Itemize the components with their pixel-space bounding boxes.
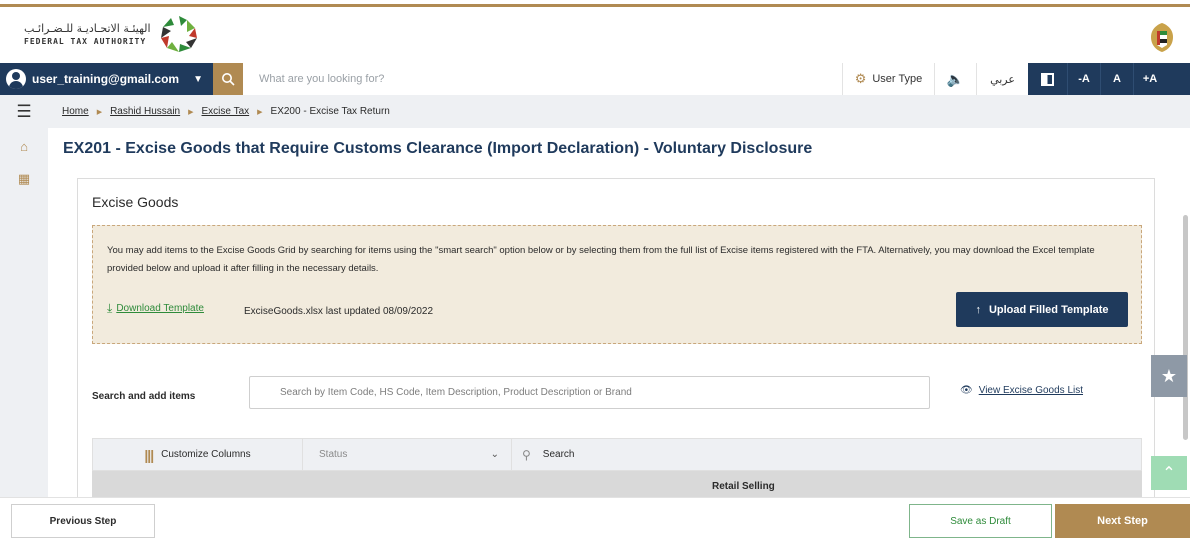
scrollbar[interactable] [1183, 215, 1188, 440]
view-excise-goods-link-group[interactable]: 👁 View Excise Goods List [960, 385, 1083, 396]
excise-goods-card: Excise Goods You may add items to the Ex… [77, 178, 1155, 508]
contrast-toggle-button[interactable] [1028, 63, 1067, 95]
breadcrumb-user[interactable]: Rashid Hussain [110, 106, 180, 117]
site-header: الهيئـة الاتحـاديـة للـضـرائـب FEDERAL T… [0, 7, 1190, 63]
hamburger-menu-icon[interactable]: ☰ [0, 95, 48, 128]
user-menu[interactable]: user_training@gmail.com ▼ [0, 63, 213, 95]
user-avatar-icon [6, 69, 26, 89]
info-panel: You may add items to the Excise Goods Gr… [92, 225, 1142, 344]
footer-actions: Previous Step Save as Draft Next Step [0, 497, 1190, 539]
eye-icon: 👁 [960, 385, 973, 396]
global-search-input[interactable]: What are you looking for? [243, 63, 842, 95]
grid-search-label: Search [542, 449, 575, 460]
download-template-link-group[interactable]: ⤓ Download Template [107, 301, 204, 316]
uae-emblem-icon [1151, 23, 1173, 52]
search-icon [222, 73, 235, 86]
breadcrumb-current: EX200 - Excise Tax Return [270, 106, 390, 117]
apps-grid-icon[interactable]: ▦ [17, 172, 31, 186]
upload-icon: ↑ [975, 303, 981, 316]
logo-english-text: FEDERAL TAX AUTHORITY [24, 37, 147, 46]
scroll-top-icon[interactable]: ⌃ [1151, 456, 1187, 490]
chevron-down-icon: ⌄ [490, 449, 499, 460]
font-normal-button[interactable]: A [1100, 63, 1133, 95]
grid-search-input[interactable]: ⚲ Search [512, 448, 574, 462]
card-title: Excise Goods [92, 194, 179, 210]
column-header: Retail Selling [712, 481, 775, 492]
customize-columns-label: Customize Columns [161, 449, 251, 460]
upload-template-label: Upload Filled Template [988, 303, 1109, 316]
breadcrumb-excise-tax[interactable]: Excise Tax [202, 106, 250, 117]
view-excise-goods-link[interactable]: View Excise Goods List [979, 385, 1083, 396]
speaker-icon[interactable]: 🔈 [934, 63, 976, 95]
customize-columns-button[interactable]: ||| Customize Columns [93, 447, 302, 463]
contrast-icon [1041, 72, 1054, 86]
download-icon: ⤓ [107, 301, 113, 315]
page-title: EX201 - Excise Goods that Require Custom… [63, 140, 813, 157]
item-search-input[interactable]: Search by Item Code, HS Code, Item Descr… [249, 376, 930, 409]
fta-logo[interactable]: الهيئـة الاتحـاديـة للـضـرائـب FEDERAL T… [24, 11, 201, 57]
star-icon[interactable]: ★ [1151, 355, 1187, 397]
chevron-down-icon: ▼ [193, 73, 203, 85]
fta-logo-icon [160, 16, 197, 52]
top-toolbar: user_training@gmail.com ▼ What are you l… [0, 63, 1190, 95]
grid-toolbar: ||| Customize Columns Status ⌄ ⚲ Search [92, 438, 1142, 471]
language-toggle[interactable]: عربي [976, 63, 1028, 95]
user-type-label: User Type [872, 73, 923, 85]
user-email: user_training@gmail.com [32, 72, 180, 86]
search-items-label: Search and add items [92, 391, 196, 402]
font-decrease-button[interactable]: -A [1067, 63, 1100, 95]
previous-step-button[interactable]: Previous Step [11, 504, 155, 538]
breadcrumb-separator-icon: ▶ [188, 108, 194, 116]
breadcrumb-home[interactable]: Home [62, 106, 89, 117]
next-step-button[interactable]: Next Step [1055, 504, 1190, 538]
breadcrumb: Home ▶ Rashid Hussain ▶ Excise Tax ▶ EX2… [48, 106, 390, 117]
status-filter-select[interactable]: Status ⌄ [302, 438, 512, 471]
breadcrumb-separator-icon: ▶ [257, 108, 263, 116]
left-sidebar: ⌂ ▦ [0, 128, 48, 498]
logo-arabic-text: الهيئـة الاتحـاديـة للـضـرائـب [24, 22, 151, 35]
search-icon: ⚲ [522, 447, 531, 462]
gear-icon: ⚙ [854, 71, 867, 86]
download-template-link[interactable]: Download Template [116, 303, 204, 314]
info-text: You may add items to the Excise Goods Gr… [107, 245, 1095, 274]
user-type-button[interactable]: ⚙ User Type [842, 63, 934, 95]
status-placeholder: Status [319, 449, 348, 460]
columns-icon: ||| [144, 446, 154, 463]
global-search-button[interactable] [213, 63, 243, 95]
save-draft-button[interactable]: Save as Draft [909, 504, 1052, 538]
breadcrumb-separator-icon: ▶ [96, 108, 103, 116]
upload-template-button[interactable]: ↑ Upload Filled Template [956, 292, 1128, 327]
template-file-meta: ExciseGoods.xlsx last updated 08/09/2022 [244, 306, 434, 317]
font-increase-button[interactable]: +A [1133, 63, 1166, 95]
breadcrumb-bar: ☰ Home ▶ Rashid Hussain ▶ Excise Tax ▶ E… [0, 95, 1190, 128]
home-icon[interactable]: ⌂ [17, 140, 31, 154]
